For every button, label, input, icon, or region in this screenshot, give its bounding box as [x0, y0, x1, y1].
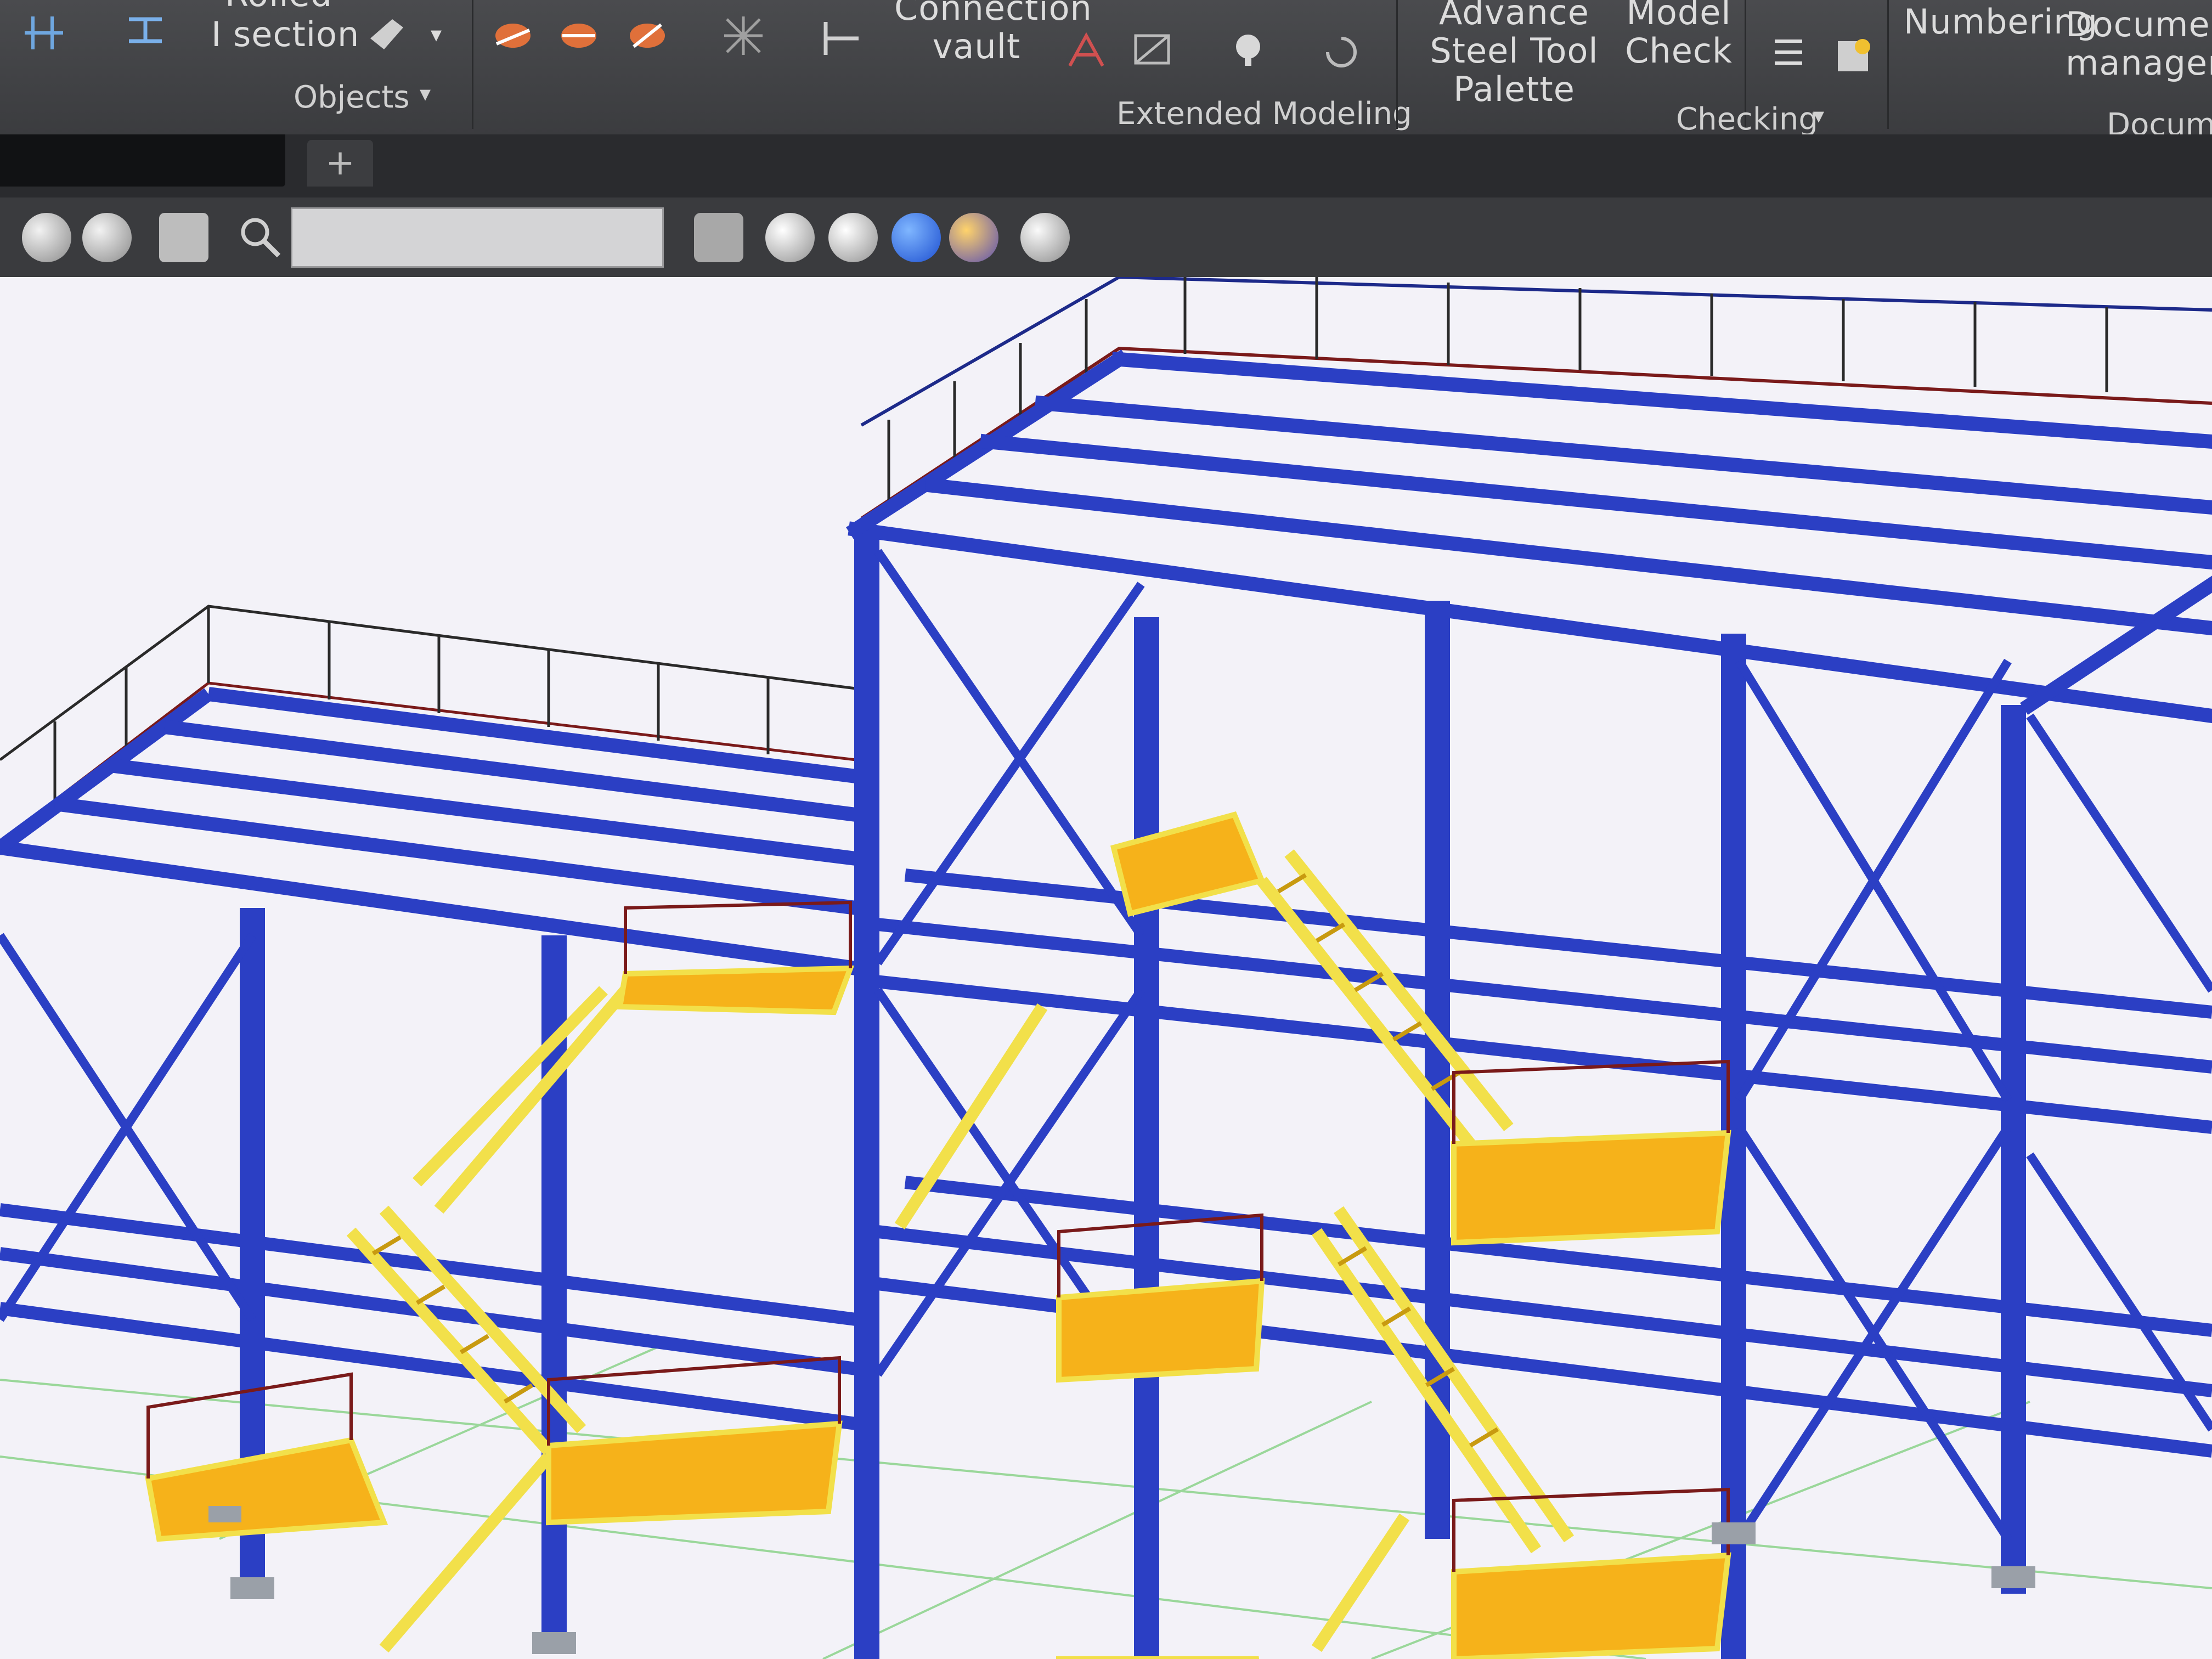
plate-dropdown-icon[interactable]: ▾ — [431, 15, 442, 54]
model-check-button[interactable]: Model Check — [1624, 0, 1734, 70]
rotate-icon[interactable] — [1319, 30, 1363, 74]
checking-group-label[interactable]: Checking — [1676, 101, 1818, 137]
cross-bracing — [0, 549, 2212, 1542]
document-tab[interactable] — [0, 134, 285, 187]
separator — [1887, 0, 1889, 129]
objects-dropdown-icon[interactable]: ▾ — [420, 81, 431, 106]
rolled-label[interactable]: Rolled — [225, 0, 332, 14]
view-search-field[interactable] — [291, 207, 664, 268]
joint-icon-2[interactable] — [557, 14, 601, 58]
connection-vault-button[interactable]: Connection vault — [894, 0, 1092, 66]
camera-icon[interactable] — [159, 213, 208, 262]
stair-tool-icon[interactable] — [820, 16, 864, 60]
i-section-button[interactable]: I section — [211, 15, 359, 54]
tool-palette-button[interactable]: Advance Steel Tool Palette — [1410, 0, 1618, 109]
cage-ladder-icon[interactable] — [1130, 27, 1174, 71]
anchor-icon[interactable] — [1226, 27, 1270, 71]
model-viewport[interactable] — [0, 277, 2212, 1659]
visual-style-icon-2[interactable] — [82, 213, 132, 262]
new-tab-button[interactable]: + — [307, 140, 373, 187]
grating-icon[interactable] — [721, 14, 765, 58]
shade-gold-icon[interactable] — [949, 213, 998, 262]
layer-icon[interactable] — [694, 213, 743, 262]
beam-icon[interactable] — [123, 8, 167, 52]
visual-style-icon-1[interactable] — [22, 213, 71, 262]
extended-modeling-group-label[interactable]: Extended Modeling — [1116, 96, 1412, 132]
joint-icon-3[interactable] — [625, 14, 669, 58]
column-grid-icon[interactable] — [22, 11, 66, 55]
check-report-icon[interactable] — [1832, 33, 1876, 77]
checking-dropdown-icon[interactable]: ▾ — [1813, 103, 1824, 128]
plate-icon[interactable] — [365, 11, 409, 55]
separator — [472, 0, 473, 129]
shade-blue-icon[interactable] — [891, 213, 941, 262]
check-list-icon[interactable] — [1769, 30, 1813, 74]
left-upper-deck — [0, 687, 857, 975]
document-manager-button[interactable]: Document manager — [2066, 5, 2212, 82]
objects-group-label[interactable]: Objects — [294, 80, 410, 115]
zoom-icon[interactable] — [236, 213, 285, 262]
render-settings-icon[interactable] — [1020, 213, 1070, 262]
ladder-icon[interactable] — [1064, 27, 1108, 71]
joint-icon-1[interactable] — [491, 14, 535, 58]
separator — [1396, 0, 1398, 129]
shade-gray-icon-1[interactable] — [765, 213, 815, 262]
shade-gray-icon-2[interactable] — [828, 213, 878, 262]
ribbon: Rolled I section ▾ Objects ▾ Connection … — [0, 0, 2212, 143]
steel-structure-model[interactable] — [0, 277, 2212, 1659]
